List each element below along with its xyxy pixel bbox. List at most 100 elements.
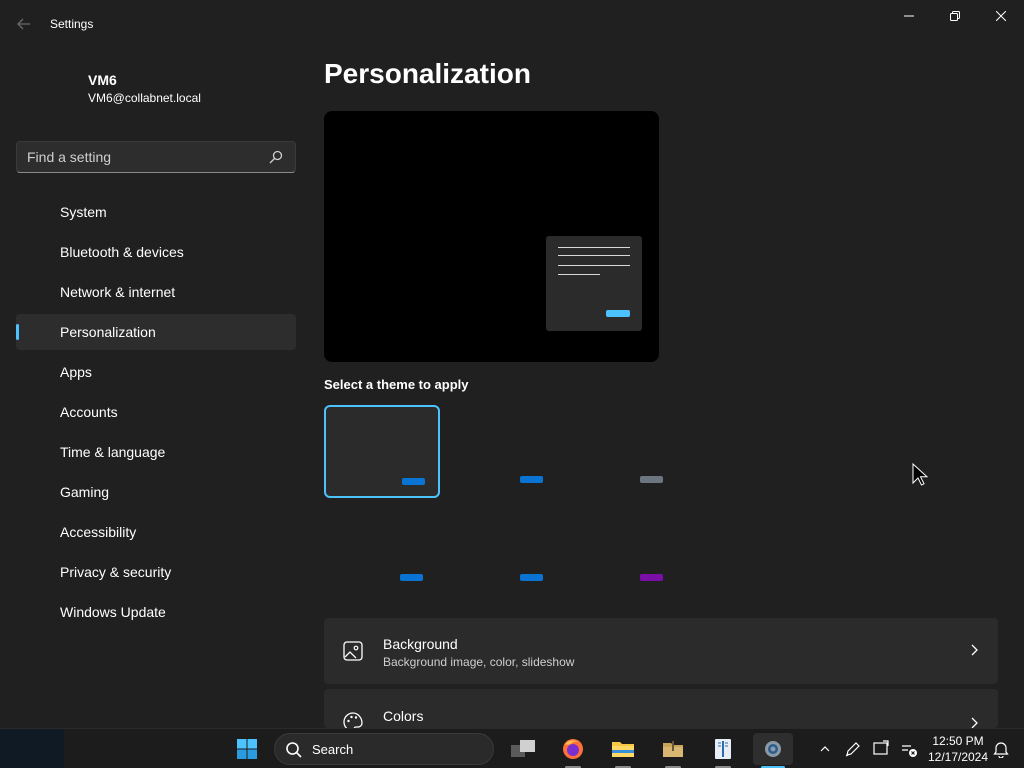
sidebar-item-label: Gaming <box>60 484 110 500</box>
windows-logo-icon <box>237 739 257 759</box>
sidebar-item-label: Accounts <box>60 404 118 420</box>
sidebar-item-label: Accessibility <box>60 524 137 540</box>
theme-tile[interactable] <box>564 405 680 498</box>
sidebar-item-label: Time & language <box>60 444 166 460</box>
sidebar-item-label: Personalization <box>60 324 156 340</box>
preview-text-line <box>558 265 630 266</box>
taskbar-search[interactable]: Search <box>274 733 494 765</box>
document-icon <box>715 739 731 759</box>
chevron-right-icon <box>971 644 978 656</box>
show-desktop-area[interactable] <box>0 729 64 768</box>
gear-icon <box>765 741 781 757</box>
image-icon <box>343 641 363 661</box>
card-title: Background <box>383 636 458 652</box>
theme-tile[interactable] <box>444 503 560 596</box>
card-subtitle: Background image, color, slideshow <box>383 655 575 669</box>
sidebar-nav: System Bluetooth & devices Network & int… <box>16 194 296 634</box>
search-input[interactable] <box>27 142 267 172</box>
preview-text-line <box>558 255 630 256</box>
sidebar-item-system[interactable]: System <box>16 194 296 230</box>
theme-preview <box>324 111 659 362</box>
folder-icon <box>612 742 634 757</box>
task-view-icon <box>511 740 535 757</box>
show-hidden-icons-button[interactable] <box>815 739 835 759</box>
preview-text-line <box>558 274 600 275</box>
sidebar-item-bluetooth[interactable]: Bluetooth & devices <box>16 234 296 270</box>
taskbar: Search 12:50 PM 12/17/2024 <box>0 728 1024 768</box>
task-view-button[interactable] <box>503 733 543 765</box>
clock-time: 12:50 PM <box>932 734 984 748</box>
search-icon <box>286 742 302 758</box>
sidebar-item-personalization[interactable]: Personalization <box>16 314 296 350</box>
theme-tile[interactable] <box>324 503 440 596</box>
sidebar-item-label: System <box>60 204 107 220</box>
theme-accent-swatch <box>640 476 663 483</box>
sidebar-item-accessibility[interactable]: Accessibility <box>16 514 296 550</box>
theme-tile[interactable] <box>324 405 440 498</box>
close-icon <box>996 11 1006 21</box>
sidebar-item-apps[interactable]: Apps <box>16 354 296 390</box>
palette-icon <box>343 712 363 728</box>
back-arrow-icon <box>17 18 30 30</box>
card-title: Colors <box>383 708 424 724</box>
pen-tray-button[interactable] <box>843 739 863 759</box>
theme-tile[interactable] <box>564 503 680 596</box>
document-app[interactable] <box>703 733 743 768</box>
close-button[interactable] <box>978 0 1024 32</box>
bell-icon <box>993 742 1009 758</box>
sidebar-item-label: Privacy & security <box>60 564 172 580</box>
display-icon <box>873 740 889 755</box>
start-button[interactable] <box>227 733 267 765</box>
chevron-right-icon <box>971 717 978 728</box>
theme-accent-swatch <box>520 574 543 581</box>
background-card[interactable]: Background Background image, color, slid… <box>324 618 998 684</box>
theme-accent-swatch <box>402 478 425 485</box>
sidebar-item-label: Bluetooth & devices <box>60 244 184 260</box>
theme-section-label: Select a theme to apply <box>324 377 469 392</box>
search-icon <box>269 150 283 164</box>
mouse-cursor-icon <box>912 463 928 486</box>
page-title: Personalization <box>324 58 531 89</box>
profile-email: VM6@collabnet.local <box>88 91 201 105</box>
sidebar-item-label: Network & internet <box>60 284 176 300</box>
minimize-icon <box>904 15 914 17</box>
chevron-up-icon <box>820 746 830 752</box>
sidebar-item-gaming[interactable]: Gaming <box>16 474 296 510</box>
notifications-button[interactable] <box>991 739 1011 759</box>
sidebar-item-windows-update[interactable]: Windows Update <box>16 594 296 630</box>
colors-card[interactable]: Colors <box>324 689 998 728</box>
restore-icon <box>950 11 960 21</box>
settings-app[interactable] <box>753 733 793 768</box>
search-box[interactable] <box>16 141 296 173</box>
theme-accent-swatch <box>400 574 423 581</box>
theme-accent-swatch <box>640 574 663 581</box>
sidebar-item-accounts[interactable]: Accounts <box>16 394 296 430</box>
title-bar: Settings <box>0 0 1024 48</box>
preview-window <box>546 236 642 331</box>
display-tray-button[interactable] <box>871 739 891 759</box>
network-tray-button[interactable] <box>899 739 919 759</box>
theme-tile[interactable] <box>444 405 560 498</box>
preview-accent-button <box>606 310 630 317</box>
sidebar-item-label: Windows Update <box>60 604 166 620</box>
system-clock[interactable]: 12:50 PM 12/17/2024 <box>922 733 994 765</box>
archive-folder-icon <box>663 741 683 757</box>
firefox-icon <box>563 739 583 759</box>
back-button[interactable] <box>12 12 36 36</box>
theme-accent-swatch <box>520 476 543 483</box>
profile-name: VM6 <box>88 72 117 88</box>
restore-button[interactable] <box>932 0 978 32</box>
firefox-app[interactable] <box>553 733 593 768</box>
app-title: Settings <box>50 17 94 31</box>
sidebar-item-time-language[interactable]: Time & language <box>16 434 296 470</box>
archive-app[interactable] <box>653 733 693 768</box>
network-disconnected-icon <box>902 745 917 757</box>
taskbar-search-label: Search <box>312 742 354 757</box>
file-explorer-app[interactable] <box>603 733 643 768</box>
minimize-button[interactable] <box>886 0 932 32</box>
sidebar-item-privacy-security[interactable]: Privacy & security <box>16 554 296 590</box>
selection-indicator <box>16 324 19 340</box>
sidebar-item-network[interactable]: Network & internet <box>16 274 296 310</box>
preview-text-line <box>558 247 630 248</box>
pen-icon <box>845 742 860 757</box>
